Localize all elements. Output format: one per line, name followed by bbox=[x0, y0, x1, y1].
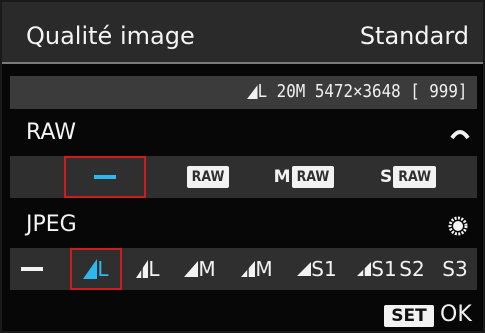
menu-title: Qualité image bbox=[26, 22, 195, 50]
raw-option-mraw-label: RAW bbox=[291, 166, 335, 188]
jpeg-option-label: S3 bbox=[442, 257, 468, 281]
raw-option-none[interactable] bbox=[64, 156, 146, 198]
none-dash-icon bbox=[21, 267, 43, 271]
jpeg-option-label: M bbox=[255, 257, 273, 281]
jpeg-section-label: JPEG bbox=[26, 212, 77, 237]
fine-icon bbox=[184, 261, 199, 277]
raw-option-mraw[interactable]: M RAW bbox=[264, 156, 344, 198]
normal-icon bbox=[136, 260, 149, 278]
raw-option-sraw-prefix: S bbox=[380, 167, 393, 187]
image-quality-screen: Qualité image Standard L 20M 5472×3648 [… bbox=[0, 0, 485, 333]
raw-option-mraw-prefix: M bbox=[273, 167, 291, 187]
jpeg-option-label: M bbox=[198, 257, 216, 281]
info-text: L 20M 5472×3648 [ 999] bbox=[257, 81, 467, 102]
set-button[interactable]: SET bbox=[384, 305, 434, 327]
jpeg-option-large-fine[interactable]: L bbox=[70, 248, 122, 290]
raw-option-sraw-label: RAW bbox=[393, 166, 436, 188]
jpeg-option-medium-normal[interactable]: M bbox=[232, 248, 282, 290]
ok-label: OK bbox=[440, 302, 472, 327]
normal-icon bbox=[357, 262, 372, 276]
quick-control-dial-icon bbox=[448, 216, 468, 236]
jpeg-option-label: L bbox=[97, 257, 109, 281]
jpeg-option-label: S1 bbox=[311, 257, 337, 281]
jpeg-option-label: S2 bbox=[399, 257, 425, 281]
fine-icon bbox=[83, 259, 98, 279]
raw-section-label: RAW bbox=[26, 120, 76, 145]
quality-info-text: L 20M 5472×3648 [ 999] bbox=[246, 81, 467, 102]
raw-options-row: RAW M RAW S RAW bbox=[10, 156, 477, 198]
jpeg-option-label: L bbox=[148, 257, 160, 281]
jpeg-option-medium-fine[interactable]: M bbox=[176, 248, 224, 290]
raw-option-sraw[interactable]: S RAW bbox=[368, 156, 448, 198]
jpeg-option-none[interactable] bbox=[16, 248, 48, 290]
header-divider bbox=[2, 62, 483, 64]
jpeg-option-small2[interactable]: S2 bbox=[392, 248, 432, 290]
menu-header: Qualité image Standard bbox=[2, 2, 483, 62]
jpeg-option-small1-fine[interactable]: S1 bbox=[290, 248, 344, 290]
normal-icon bbox=[241, 261, 256, 277]
main-dial-icon bbox=[450, 130, 470, 140]
shooting-mode-label: Standard bbox=[359, 22, 469, 50]
raw-option-raw[interactable]: RAW bbox=[178, 156, 238, 198]
fine-icon bbox=[297, 262, 312, 276]
jpeg-options-row: L L M M S1 S1 S2 S3 bbox=[10, 248, 477, 290]
none-dash-icon bbox=[94, 175, 116, 179]
jpeg-option-large-normal[interactable]: L bbox=[128, 248, 168, 290]
raw-option-raw-label: RAW bbox=[186, 166, 230, 188]
large-fine-icon bbox=[246, 85, 258, 99]
quality-info-bar: L 20M 5472×3648 [ 999] bbox=[10, 76, 477, 109]
jpeg-option-small3[interactable]: S3 bbox=[436, 248, 474, 290]
